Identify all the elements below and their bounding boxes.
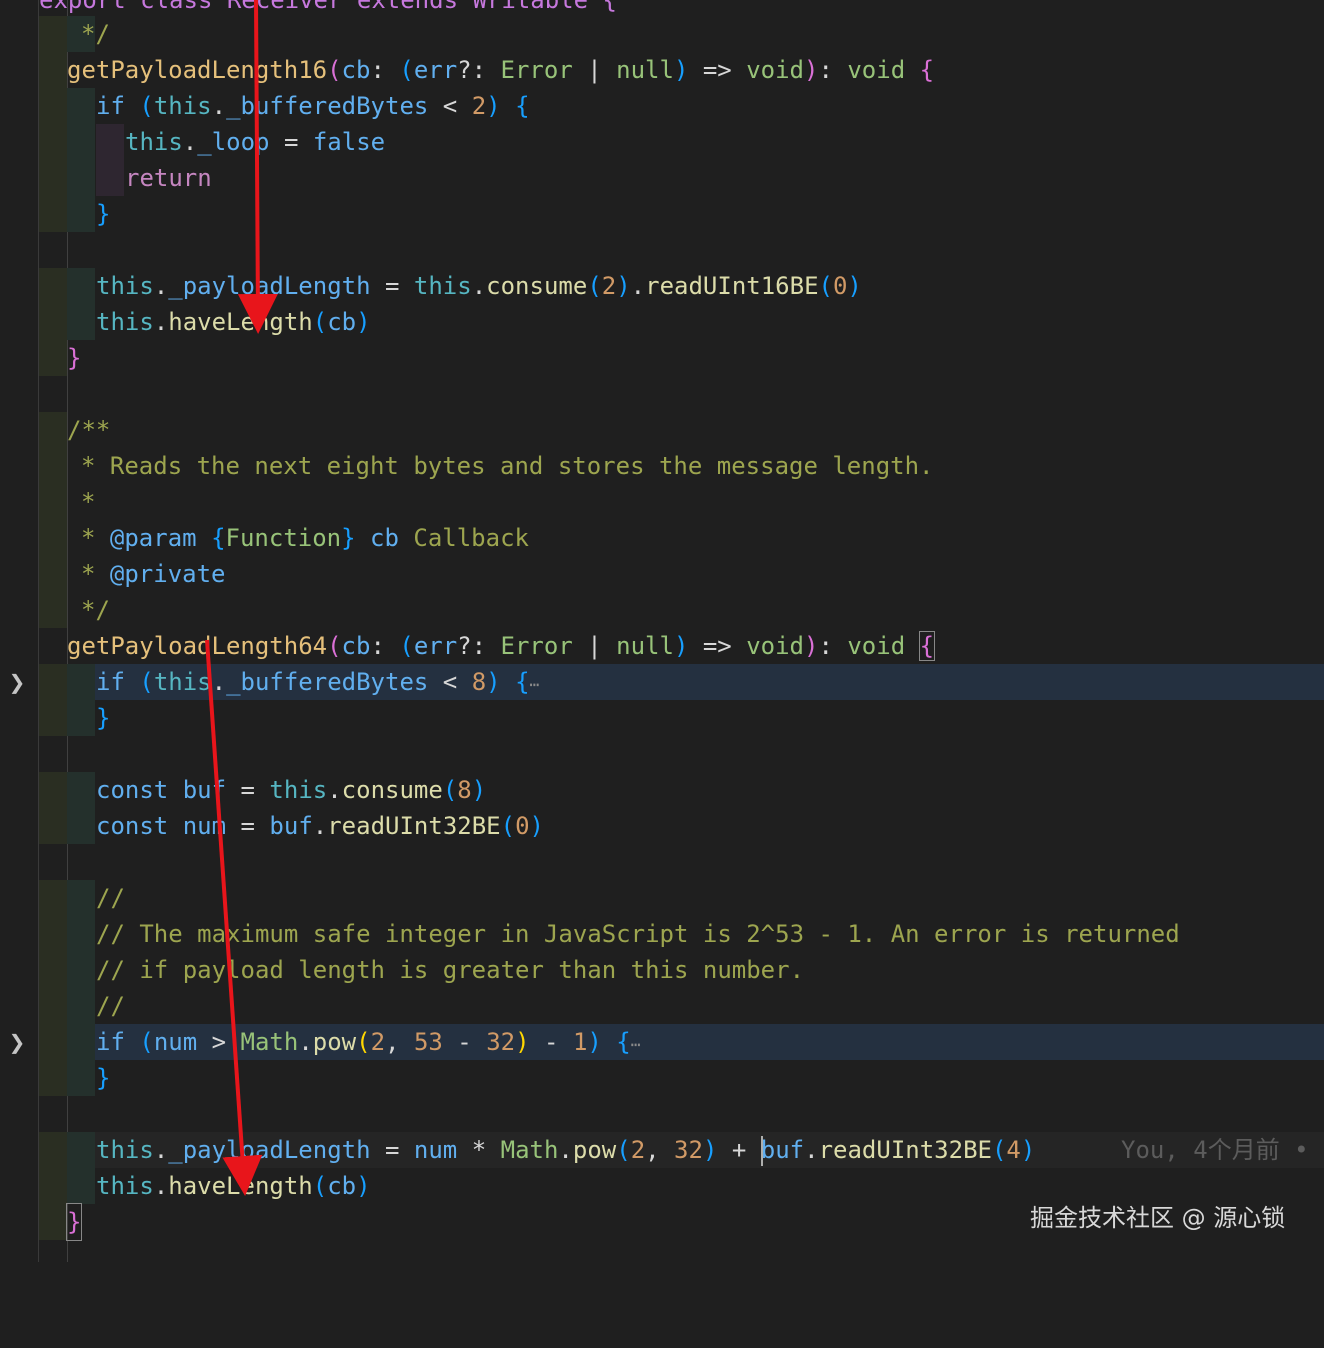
- code-line-folded[interactable]: if (this._bufferedBytes < 8) {⋯: [39, 664, 1324, 700]
- comment-text: * Reads the next eight bytes and stores …: [81, 452, 934, 480]
- editor-gutter: [0, 0, 38, 1262]
- code-line[interactable]: * @param {Function} cb Callback: [39, 520, 1324, 556]
- code-line[interactable]: //: [39, 988, 1324, 1024]
- assignment: this._payloadLength = this.consume(2).re…: [96, 272, 862, 300]
- code-line[interactable]: */: [39, 592, 1324, 628]
- code-line[interactable]: /**: [39, 412, 1324, 448]
- method-signature: getPayloadLength64(cb: (err?: Error | nu…: [67, 631, 936, 661]
- code-line-folded[interactable]: if (num > Math.pow(2, 53 - 32) - 1) {⋯: [39, 1024, 1324, 1060]
- code-line[interactable]: * Reads the next eight bytes and stores …: [39, 448, 1324, 484]
- closing-brace: }: [96, 200, 111, 228]
- jsdoc-param: * @param {Function} cb Callback: [81, 524, 529, 552]
- comment-text: */: [81, 596, 110, 624]
- closing-brace: }: [67, 344, 82, 372]
- code-line[interactable]: this._loop = false: [39, 124, 1324, 160]
- code-line[interactable]: //: [39, 880, 1324, 916]
- comment-text: /**: [67, 416, 111, 444]
- code-line[interactable]: }: [39, 340, 1324, 376]
- code-line-current[interactable]: this._payloadLength = num * Math.pow(2, …: [39, 1132, 1324, 1168]
- code-line[interactable]: * @private: [39, 556, 1324, 592]
- code-line[interactable]: }: [39, 1060, 1324, 1096]
- code-line[interactable]: const buf = this.consume(8): [39, 772, 1324, 808]
- if-statement: if (this._bufferedBytes < 8) {⋯: [96, 668, 540, 696]
- comment-text: */: [81, 20, 110, 48]
- code-line[interactable]: *: [39, 484, 1324, 520]
- comment-text: *: [81, 488, 96, 516]
- assignment: this._payloadLength = num * Math.pow(2, …: [96, 1136, 1036, 1166]
- code-line[interactable]: }: [39, 700, 1324, 736]
- git-blame-annotation[interactable]: You, 4个月前 •: [1121, 1132, 1309, 1168]
- const-declaration: const num = buf.readUInt32BE(0): [96, 812, 544, 840]
- comment-text: //: [96, 884, 125, 912]
- code-line[interactable]: getPayloadLength64(cb: (err?: Error | nu…: [39, 628, 1324, 664]
- comment-text: // if payload length is greater than thi…: [96, 956, 805, 984]
- code-line[interactable]: this.haveLength(cb): [39, 304, 1324, 340]
- chevron-right-icon[interactable]: ❯: [6, 1031, 28, 1053]
- method-signature: getPayloadLength16(cb: (err?: Error | nu…: [67, 56, 935, 84]
- closing-brace: }: [65, 1203, 83, 1241]
- jsdoc-private: * @private: [81, 560, 226, 588]
- closing-brace: }: [96, 704, 111, 732]
- if-statement: if (num > Math.pow(2, 53 - 32) - 1) {⋯: [96, 1028, 641, 1056]
- return-keyword: return: [125, 164, 212, 192]
- code-line[interactable]: const num = buf.readUInt32BE(0): [39, 808, 1324, 844]
- if-statement: if (this._bufferedBytes < 2) {: [96, 92, 530, 120]
- code-line[interactable]: // if payload length is greater than thi…: [39, 952, 1324, 988]
- method-call: this.haveLength(cb): [96, 1172, 371, 1200]
- code-line[interactable]: */: [39, 16, 1324, 52]
- comment-text: //: [96, 992, 125, 1020]
- code-line[interactable]: this._payloadLength = this.consume(2).re…: [39, 268, 1324, 304]
- code-line[interactable]: }: [39, 196, 1324, 232]
- assignment: this._loop = false: [125, 128, 386, 156]
- code-line[interactable]: getPayloadLength16(cb: (err?: Error | nu…: [39, 52, 1324, 88]
- code-line[interactable]: // The maximum safe integer in JavaScrip…: [39, 916, 1324, 952]
- method-call: this.haveLength(cb): [96, 308, 371, 336]
- watermark-text: 掘金技术社区 @ 源心锁: [1030, 1204, 1286, 1232]
- code-line[interactable]: return: [39, 160, 1324, 196]
- const-declaration: const buf = this.consume(8): [96, 776, 487, 804]
- closing-brace: }: [96, 1064, 111, 1092]
- comment-text: // The maximum safe integer in JavaScrip…: [96, 920, 1180, 948]
- code-line[interactable]: if (this._bufferedBytes < 2) {: [39, 88, 1324, 124]
- chevron-right-icon[interactable]: ❯: [6, 671, 28, 693]
- code-editor[interactable]: ❯ ❯ export class Receiver extends Writab…: [0, 0, 1324, 1262]
